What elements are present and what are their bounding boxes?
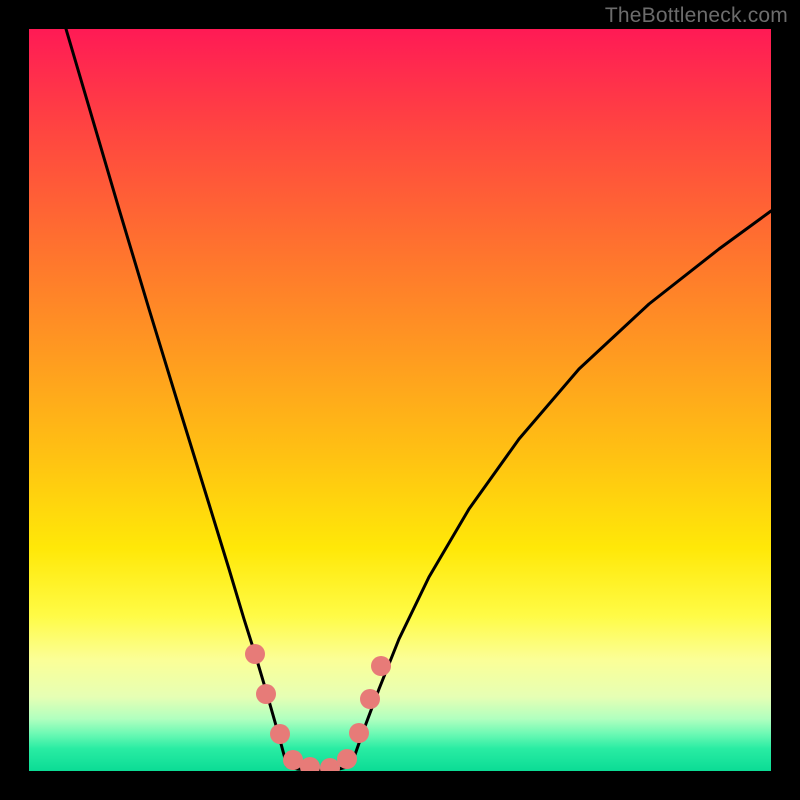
data-point — [270, 724, 290, 744]
curve-group — [66, 29, 771, 770]
data-point — [320, 758, 340, 771]
data-point — [349, 723, 369, 743]
data-point — [300, 757, 320, 771]
data-point — [337, 749, 357, 769]
data-point — [360, 689, 380, 709]
chart-svg — [29, 29, 771, 771]
plot-area — [29, 29, 771, 771]
series-right-curve — [351, 211, 771, 766]
series-pink-dots-right — [349, 656, 391, 743]
outer-frame: TheBottleneck.com — [0, 0, 800, 800]
data-point — [256, 684, 276, 704]
data-point — [245, 644, 265, 664]
data-point — [371, 656, 391, 676]
watermark-text: TheBottleneck.com — [605, 4, 788, 28]
dots-group — [245, 644, 391, 771]
series-pink-dots-left — [245, 644, 357, 771]
